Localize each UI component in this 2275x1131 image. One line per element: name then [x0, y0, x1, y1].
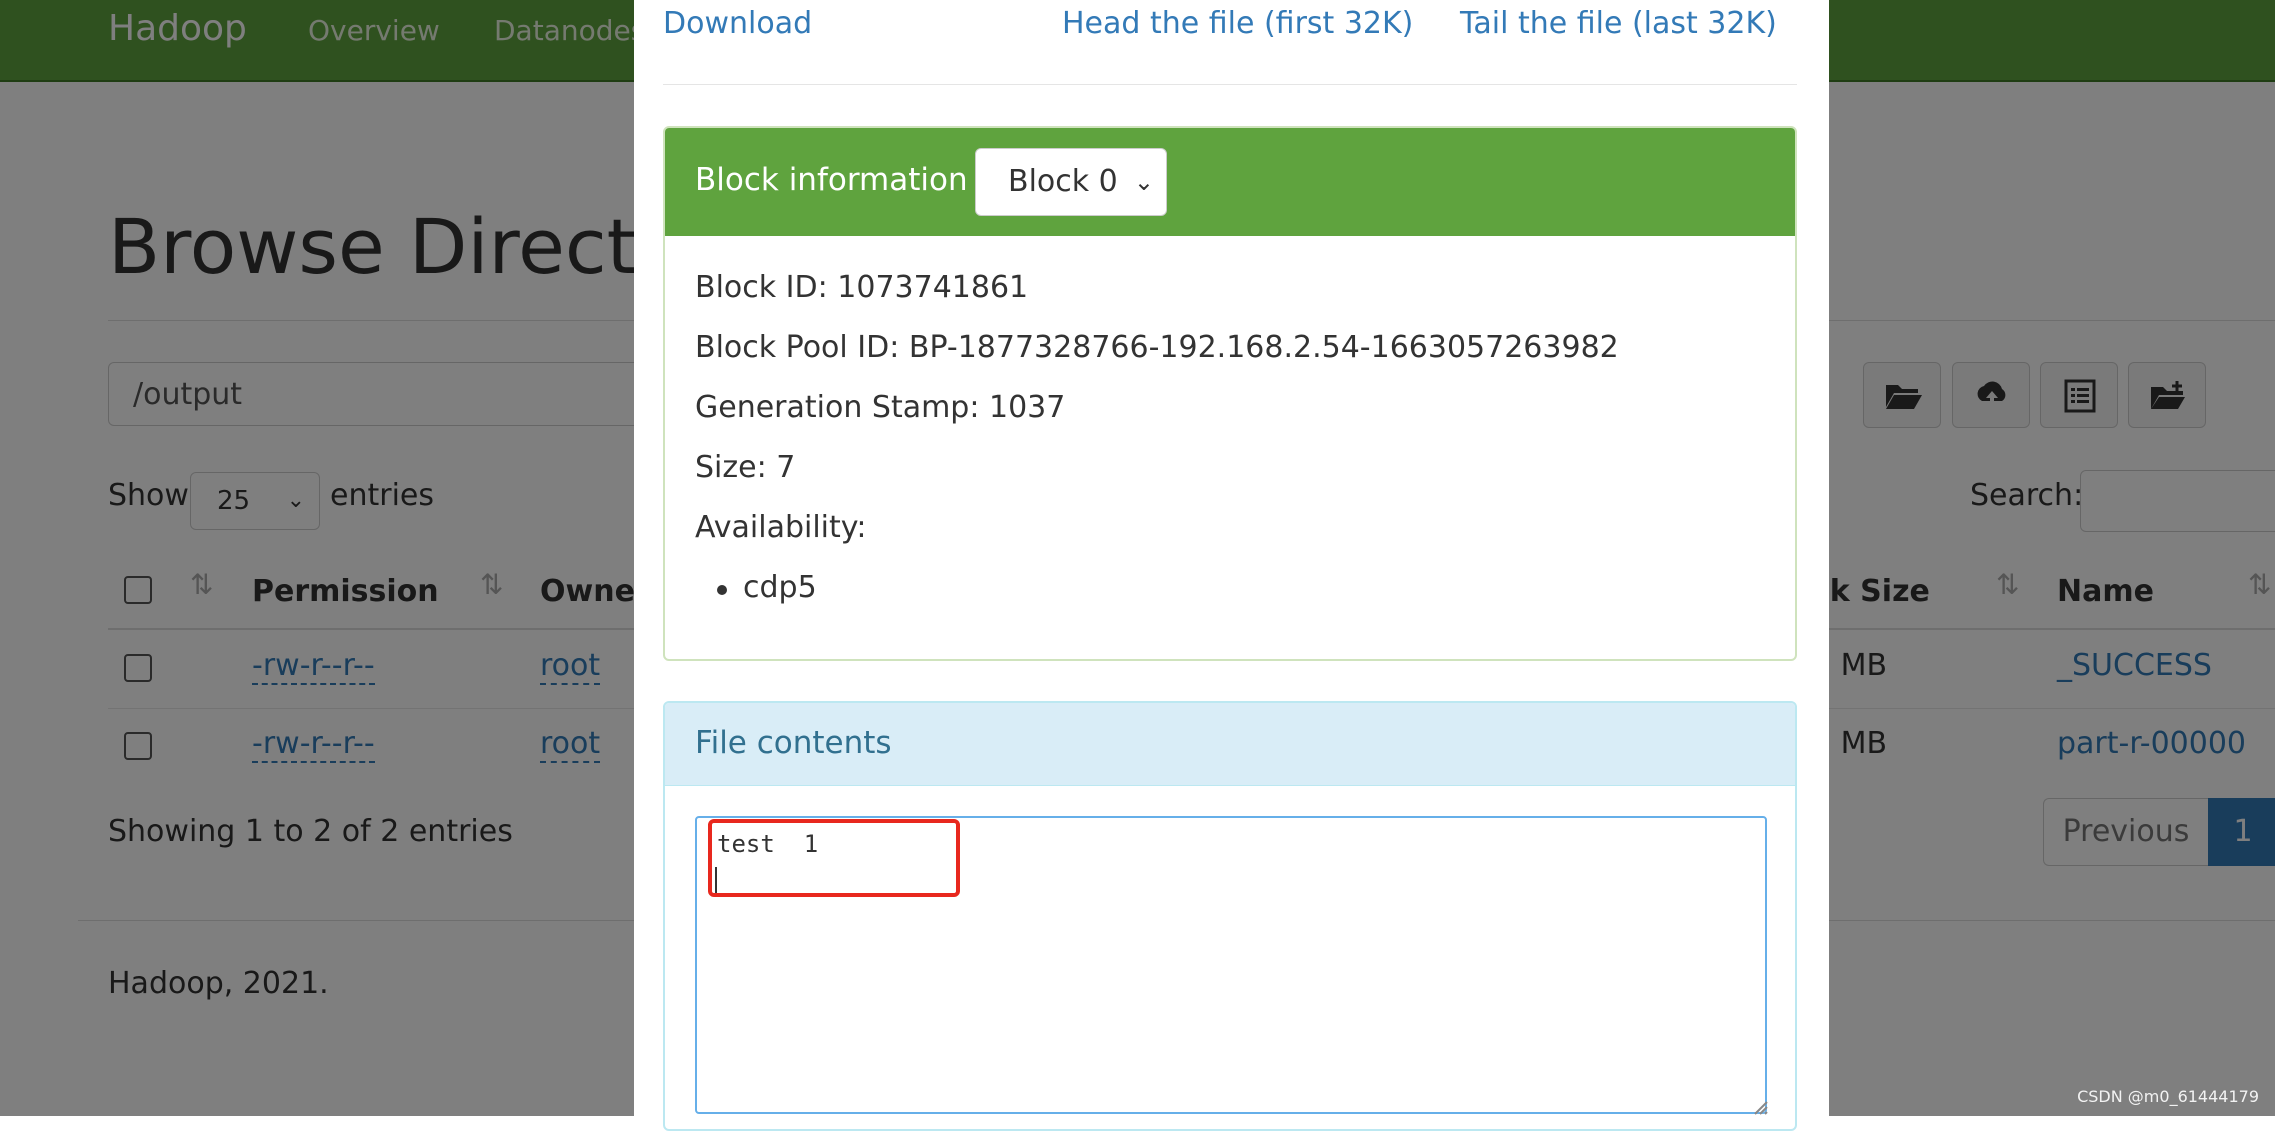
download-link[interactable]: Download — [663, 6, 812, 41]
file-contents-label: File contents — [695, 725, 892, 761]
file-contents-heading: File contents — [665, 703, 1795, 786]
modal-divider — [663, 84, 1797, 85]
block-select-value: Block 0 — [1008, 164, 1118, 199]
tail-file-link[interactable]: Tail the file (last 32K) — [1460, 6, 1777, 41]
block-information-heading: Block information -- Block 0 ⌄ — [665, 128, 1795, 236]
block-information-label: Block information -- — [695, 162, 1000, 198]
head-file-link[interactable]: Head the file (first 32K) — [1062, 6, 1413, 41]
generation-stamp: Generation Stamp: 1037 — [695, 390, 1066, 425]
annotation-highlight-box — [708, 819, 960, 897]
file-info-modal: Download Head the file (first 32K) Tail … — [634, 0, 1829, 1131]
availability-label: Availability: — [695, 510, 867, 545]
resize-handle-icon[interactable] — [1751, 1098, 1769, 1116]
bullet-icon — [717, 585, 727, 595]
block-information-panel: Block information -- Block 0 ⌄ Block ID:… — [663, 126, 1797, 661]
availability-host: cdp5 — [743, 570, 817, 605]
watermark: CSDN @m0_61444179 — [2077, 1087, 2259, 1106]
block-id: Block ID: 1073741861 — [695, 270, 1029, 305]
block-pool-id: Block Pool ID: BP-1877328766-192.168.2.5… — [695, 330, 1619, 365]
block-size: Size: 7 — [695, 450, 796, 485]
block-select[interactable]: Block 0 ⌄ — [975, 148, 1167, 216]
file-contents-panel: File contents test 1 — [663, 701, 1797, 1131]
chevron-down-icon: ⌄ — [1133, 168, 1154, 196]
availability-item: cdp5 — [717, 570, 817, 605]
